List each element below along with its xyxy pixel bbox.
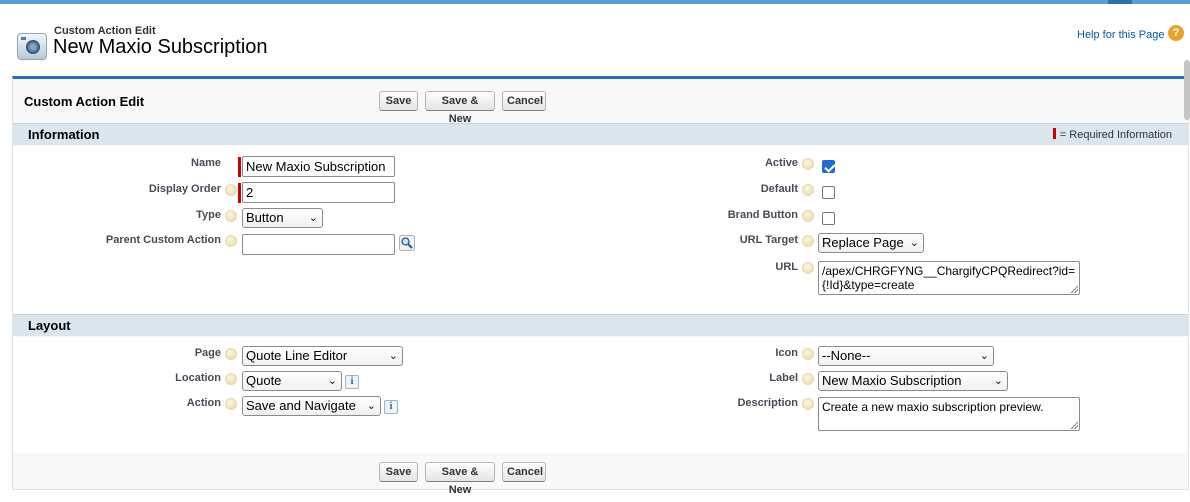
description-textarea[interactable]: Create a new maxio subscription preview. bbox=[818, 397, 1080, 431]
type-label: Type bbox=[196, 209, 221, 221]
brand-button-checkbox[interactable] bbox=[822, 212, 835, 225]
scrollbar-thumb[interactable] bbox=[1184, 60, 1190, 120]
display-order-help-icon[interactable] bbox=[225, 184, 237, 196]
icon-select[interactable]: --None-- ⌄ bbox=[818, 346, 994, 366]
help-link[interactable]: Help for this Page bbox=[1077, 29, 1164, 41]
save-button-top[interactable]: Save bbox=[379, 91, 418, 111]
location-info-icon[interactable]: i bbox=[345, 375, 359, 389]
location-select[interactable]: Quote ⌄ bbox=[242, 371, 342, 391]
page-block-title: Custom Action Edit bbox=[24, 94, 145, 109]
label-select[interactable]: New Maxio Subscription ⌄ bbox=[818, 371, 1008, 391]
active-help-icon[interactable] bbox=[802, 158, 814, 170]
camera-lens bbox=[26, 40, 40, 54]
top-tab-indicator bbox=[1108, 0, 1132, 4]
active-checkbox[interactable] bbox=[822, 160, 835, 173]
chevron-down-icon: ⌄ bbox=[308, 212, 318, 224]
parent-custom-action-input[interactable] bbox=[242, 234, 395, 255]
chevron-down-icon: ⌄ bbox=[327, 375, 337, 387]
type-select-value: Button bbox=[246, 210, 284, 225]
save-button-bottom[interactable]: Save bbox=[379, 462, 418, 482]
label-help-icon[interactable] bbox=[802, 373, 814, 385]
layout-heading: Layout bbox=[28, 318, 71, 333]
page-title: New Maxio Subscription bbox=[53, 36, 268, 58]
action-select[interactable]: Save and Navigate ⌄ bbox=[242, 396, 381, 416]
custom-action-camera-icon bbox=[17, 33, 47, 60]
label-select-value: New Maxio Subscription bbox=[822, 373, 962, 388]
action-info-icon[interactable]: i bbox=[384, 400, 398, 414]
cancel-button-top[interactable]: Cancel bbox=[502, 91, 546, 111]
url-help-icon[interactable] bbox=[802, 262, 814, 274]
page-select-value: Quote Line Editor bbox=[246, 348, 348, 363]
location-label: Location bbox=[175, 372, 221, 384]
location-help-icon[interactable] bbox=[225, 373, 237, 385]
action-label: Action bbox=[186, 397, 221, 409]
display-order-input[interactable]: 2 bbox=[242, 182, 395, 203]
description-label: Description bbox=[737, 397, 798, 409]
default-help-icon[interactable] bbox=[802, 184, 814, 196]
layout-section-header: Layout bbox=[13, 314, 1188, 336]
chevron-down-icon: ⌄ bbox=[993, 375, 1003, 387]
url-textarea[interactable]: /apex/CHRGFYNG__ChargifyCPQRedirect?id={… bbox=[818, 261, 1080, 295]
url-label: URL bbox=[775, 261, 798, 273]
top-border bbox=[0, 0, 1190, 4]
page-select[interactable]: Quote Line Editor ⌄ bbox=[242, 346, 403, 366]
brand-button-help-icon[interactable] bbox=[802, 210, 814, 222]
description-help-icon[interactable] bbox=[802, 398, 814, 410]
required-legend-text: = Required Information bbox=[1059, 129, 1172, 141]
name-required-marker bbox=[238, 157, 241, 177]
page-help-icon[interactable] bbox=[225, 348, 237, 360]
required-legend: = Required Information bbox=[1052, 128, 1172, 141]
required-marker bbox=[1052, 128, 1056, 139]
url-target-label: URL Target bbox=[739, 234, 798, 246]
name-input[interactable]: New Maxio Subscription bbox=[242, 156, 395, 177]
icon-help-icon[interactable] bbox=[802, 348, 814, 360]
chevron-down-icon: ⌄ bbox=[909, 237, 919, 249]
default-label: Default bbox=[760, 183, 798, 195]
type-help-icon[interactable] bbox=[225, 210, 237, 222]
icon-label: Icon bbox=[775, 347, 798, 359]
information-heading: Information bbox=[28, 127, 100, 142]
name-label: Name bbox=[191, 157, 221, 169]
url-target-select-value: Replace Page bbox=[822, 235, 904, 250]
information-section-header: Information = Required Information bbox=[13, 123, 1188, 145]
layout-section-body bbox=[13, 337, 1188, 453]
parent-custom-action-label: Parent Custom Action bbox=[105, 234, 221, 246]
camera-flash bbox=[21, 37, 26, 40]
display-order-required-marker bbox=[238, 183, 241, 203]
type-select[interactable]: Button ⌄ bbox=[242, 208, 323, 228]
resize-grip-icon[interactable] bbox=[1071, 422, 1078, 429]
resize-grip-icon[interactable] bbox=[1071, 286, 1078, 293]
chevron-down-icon: ⌄ bbox=[979, 350, 989, 362]
save-new-button-bottom[interactable]: Save & New bbox=[425, 462, 495, 496]
url-textarea-value: /apex/CHRGFYNG__ChargifyCPQRedirect?id={… bbox=[822, 264, 1076, 292]
parent-custom-action-help-icon[interactable] bbox=[225, 235, 237, 247]
label-label: Label bbox=[769, 372, 798, 384]
chevron-down-icon: ⌄ bbox=[388, 350, 398, 362]
save-new-button-top[interactable]: Save & New bbox=[425, 91, 495, 125]
cancel-button-bottom[interactable]: Cancel bbox=[502, 462, 546, 482]
icon-select-value: --None-- bbox=[822, 348, 871, 363]
display-order-label: Display Order bbox=[148, 183, 221, 195]
description-textarea-value: Create a new maxio subscription preview. bbox=[822, 400, 1044, 414]
lookup-magnifier-icon[interactable] bbox=[399, 235, 415, 251]
default-checkbox[interactable] bbox=[822, 186, 835, 199]
help-icon[interactable]: ? bbox=[1168, 25, 1184, 41]
url-target-select[interactable]: Replace Page ⌄ bbox=[818, 233, 924, 253]
action-help-icon[interactable] bbox=[225, 398, 237, 410]
url-target-help-icon[interactable] bbox=[802, 235, 814, 247]
brand-button-label: Brand Button bbox=[727, 209, 798, 221]
active-label: Active bbox=[764, 157, 798, 169]
location-select-value: Quote bbox=[246, 373, 282, 388]
chevron-down-icon: ⌄ bbox=[366, 400, 376, 412]
action-select-value: Save and Navigate bbox=[246, 398, 356, 413]
page-label: Page bbox=[194, 347, 221, 359]
